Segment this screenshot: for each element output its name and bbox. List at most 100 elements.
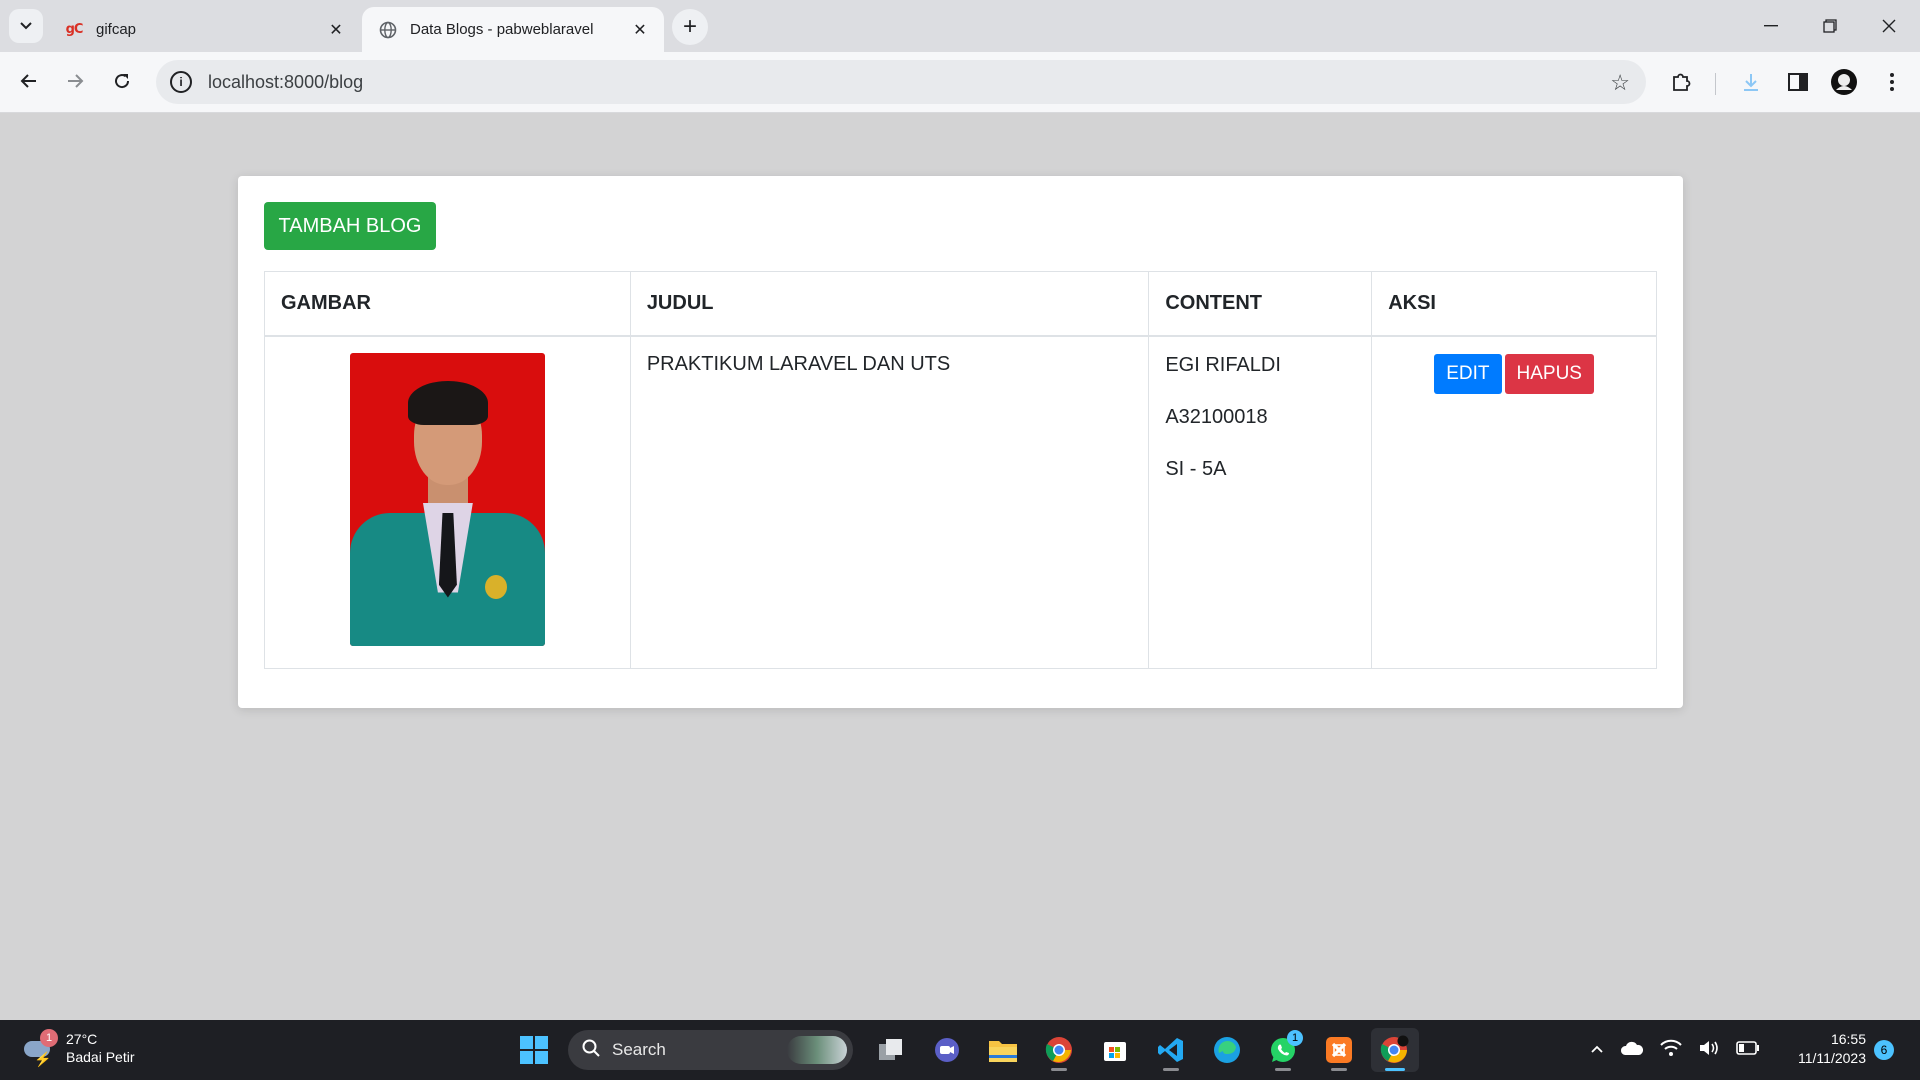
restore-button[interactable]: [1807, 8, 1853, 44]
taskbar-apps: Search 1: [512, 1028, 1423, 1072]
photo-hair: [407, 380, 488, 425]
forward-button[interactable]: [56, 62, 94, 100]
whatsapp-badge: 1: [1287, 1030, 1303, 1046]
edit-button[interactable]: EDIT: [1434, 353, 1502, 394]
clock-date: 11/11/2023: [1798, 1050, 1866, 1066]
running-indicator: [1051, 1068, 1067, 1071]
bookmark-star-icon[interactable]: ☆: [1610, 70, 1630, 96]
taskbar-app-chrome-profile[interactable]: [1371, 1028, 1419, 1072]
column-header-aksi: AKSI: [1371, 271, 1657, 337]
onedrive-cloud-icon[interactable]: [1620, 1040, 1644, 1061]
arrow-right-icon: [68, 74, 84, 88]
notification-badge[interactable]: 6: [1874, 1040, 1894, 1060]
blog-card: TAMBAH BLOG GAMBAR JUDUL CONTENT AKSI PR…: [238, 176, 1683, 708]
tab-strip: gC gifcap ✕ Data Blogs - pabweblaravel ✕…: [0, 0, 1920, 52]
column-header-content: CONTENT: [1148, 271, 1373, 337]
search-label: Search: [612, 1040, 666, 1059]
aksi-cell: EDIT HAPUS: [1371, 335, 1657, 669]
reload-button[interactable]: [103, 62, 141, 100]
taskbar-app-file-explorer[interactable]: [979, 1028, 1027, 1072]
running-indicator: [1163, 1068, 1179, 1071]
taskbar-app-vscode[interactable]: [1147, 1028, 1195, 1072]
content-id: A32100018: [1165, 405, 1268, 428]
close-window-button[interactable]: [1866, 8, 1912, 44]
taskbar-app-xampp[interactable]: [1315, 1028, 1363, 1072]
clock-time: 16:55: [1830, 1031, 1866, 1047]
task-view-button[interactable]: [867, 1028, 915, 1072]
blog-table: GAMBAR JUDUL CONTENT AKSI PRAKTIKUM LARA…: [264, 271, 1657, 669]
search-icon: [582, 1039, 600, 1062]
arrow-left-icon: [20, 74, 36, 88]
taskbar-app-edge[interactable]: [1203, 1028, 1251, 1072]
table-header-row: GAMBAR JUDUL CONTENT AKSI: [264, 271, 1657, 337]
column-header-gambar: GAMBAR: [264, 271, 631, 337]
puzzle-icon: [1673, 73, 1691, 91]
weather-widget[interactable]: ⚡ 1 27°C Badai Petir: [22, 1029, 135, 1067]
back-button[interactable]: [10, 62, 48, 100]
column-header-judul: JUDUL: [629, 271, 1150, 337]
plus-icon: +: [682, 13, 697, 40]
close-tab-icon[interactable]: ✕: [630, 20, 650, 40]
browser-toolbar: i localhost:8000/blog ☆: [0, 52, 1920, 113]
close-icon: [1882, 19, 1896, 33]
side-panel-icon: [1788, 73, 1808, 91]
delete-button[interactable]: HAPUS: [1504, 353, 1594, 394]
xampp-icon: [1326, 1037, 1352, 1063]
folder-icon: [989, 1041, 1017, 1062]
video-chat-icon: [935, 1038, 959, 1062]
taskbar-app-meet[interactable]: [923, 1028, 971, 1072]
profile-avatar[interactable]: [1828, 66, 1860, 98]
url-text: localhost:8000/blog: [208, 71, 364, 92]
taskbar-search[interactable]: Search: [568, 1030, 853, 1070]
tab-search-button[interactable]: [9, 9, 43, 43]
address-bar[interactable]: i localhost:8000/blog ☆: [156, 60, 1646, 104]
wifi-icon[interactable]: [1660, 1039, 1682, 1062]
store-icon: [1104, 1042, 1126, 1061]
weather-condition: Badai Petir: [66, 1049, 135, 1065]
download-icon: [1744, 74, 1758, 91]
site-info-icon[interactable]: i: [170, 71, 192, 93]
volume-icon[interactable]: [1698, 1039, 1720, 1062]
reload-icon: [115, 74, 130, 89]
toolbar-separator: [1715, 73, 1716, 95]
close-tab-icon[interactable]: ✕: [326, 20, 346, 40]
taskbar-app-whatsapp[interactable]: 1: [1259, 1028, 1307, 1072]
content-cell: EGI RIFALDI A32100018 SI - 5A: [1148, 335, 1373, 669]
vscode-icon: [1158, 1038, 1183, 1062]
blog-image: [349, 352, 545, 646]
table-row: PRAKTIKUM LARAVEL DAN UTS EGI RIFALDI A3…: [264, 335, 1657, 669]
minimize-icon: [1764, 25, 1778, 27]
system-tray: [1590, 1034, 1760, 1066]
search-highlight-image: [787, 1036, 847, 1064]
menu-button[interactable]: [1876, 66, 1908, 98]
clock[interactable]: 16:55 11/11/2023: [1782, 1030, 1866, 1068]
new-tab-button[interactable]: +: [672, 9, 708, 45]
tab-data-blogs[interactable]: Data Blogs - pabweblaravel ✕: [362, 7, 664, 52]
taskbar: ⚡ 1 27°C Badai Petir Search 1 16:55 11/1…: [0, 1020, 1920, 1080]
downloads-button[interactable]: [1735, 66, 1767, 98]
tab-gifcap[interactable]: gC gifcap ✕: [48, 7, 360, 52]
more-vertical-icon: [1890, 73, 1894, 91]
side-panel-button[interactable]: [1782, 66, 1814, 98]
chrome-profile-icon: [1380, 1035, 1409, 1063]
edge-icon: [1214, 1037, 1240, 1063]
add-blog-button[interactable]: TAMBAH BLOG: [264, 202, 436, 250]
task-view-icon: [879, 1039, 902, 1060]
minimize-button[interactable]: [1748, 8, 1794, 44]
photo-emblem: [484, 574, 507, 599]
globe-icon: [378, 20, 398, 40]
weather-alert-badge: 1: [40, 1029, 58, 1047]
chevron-up-icon[interactable]: [1590, 1041, 1604, 1059]
running-indicator: [1331, 1068, 1347, 1071]
taskbar-app-chrome[interactable]: [1035, 1028, 1083, 1072]
start-button[interactable]: [512, 1028, 556, 1072]
running-indicator: [1275, 1068, 1291, 1071]
avatar-icon: [1831, 69, 1857, 95]
battery-icon[interactable]: [1736, 1040, 1760, 1060]
extensions-button[interactable]: [1665, 66, 1697, 98]
gifcap-favicon-icon: gC: [65, 22, 84, 37]
tab-title: Data Blogs - pabweblaravel: [410, 21, 594, 38]
tab-title: gifcap: [96, 21, 137, 38]
taskbar-app-store[interactable]: [1091, 1028, 1139, 1072]
content-name: EGI RIFALDI: [1165, 353, 1281, 376]
